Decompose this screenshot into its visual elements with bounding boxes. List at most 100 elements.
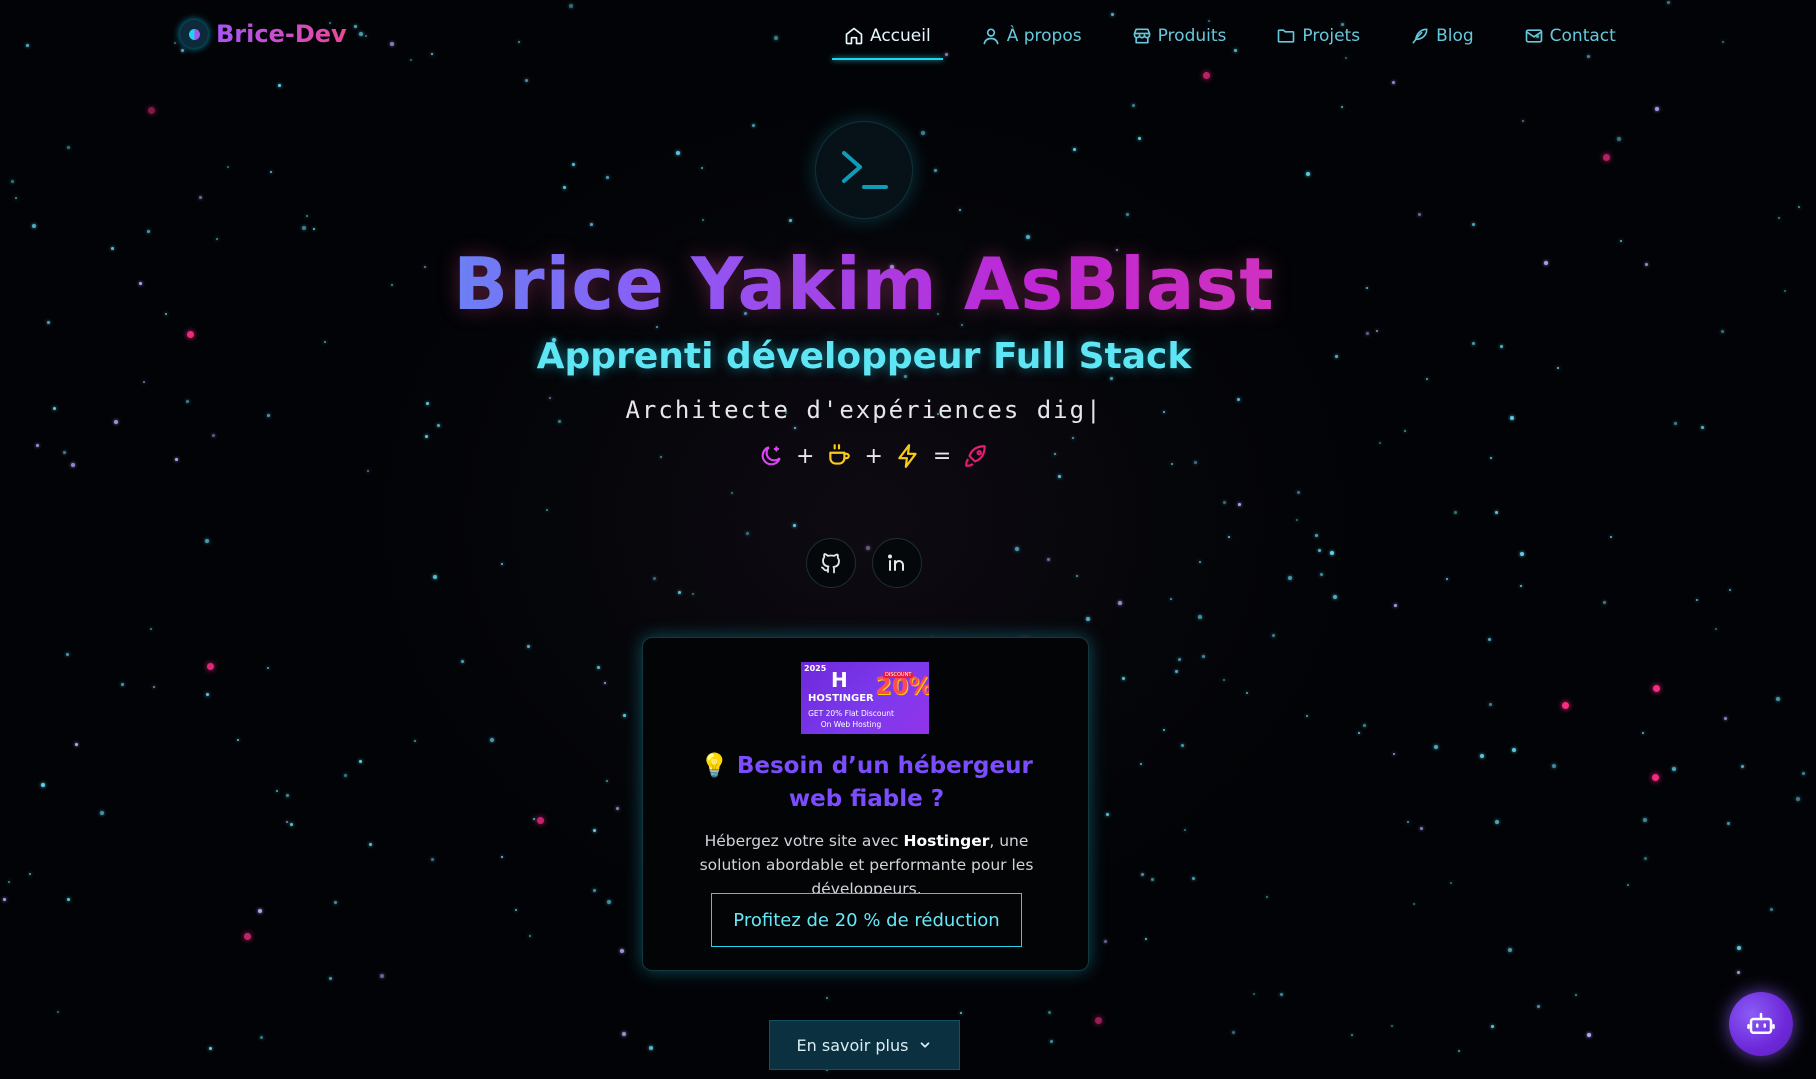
nav-item-accueil[interactable]: Accueil [832, 20, 943, 60]
hero-tagline: Architecte d'expériences dig| [625, 396, 1103, 424]
promo-discount-button[interactable]: Profitez de 20 % de réduction [711, 893, 1022, 947]
star [302, 226, 306, 230]
star [1784, 290, 1786, 292]
star [1145, 938, 1147, 940]
star [1696, 599, 1698, 601]
plus-sign: + [864, 443, 883, 469]
star [175, 458, 178, 461]
star [1320, 573, 1323, 576]
star [604, 682, 606, 684]
star [1392, 81, 1395, 84]
star [490, 738, 494, 742]
nav-item-produits[interactable]: Produits [1120, 20, 1239, 52]
banner-discount-label: DISCOUNT [883, 672, 914, 678]
star [150, 628, 152, 630]
star [1727, 822, 1730, 825]
star [620, 949, 624, 953]
github-link[interactable] [806, 538, 856, 588]
star [1652, 774, 1659, 781]
store-icon [1133, 28, 1150, 44]
star [1341, 106, 1343, 108]
star [1141, 873, 1144, 876]
star [1050, 1040, 1053, 1043]
star [1522, 120, 1524, 122]
star [1644, 857, 1647, 860]
star [752, 124, 755, 127]
star [1379, 442, 1381, 444]
star [227, 166, 229, 168]
banner-line2: On Web Hosting [820, 720, 882, 729]
star [1223, 679, 1225, 681]
star [1603, 154, 1610, 161]
star [1163, 729, 1165, 731]
brand-logo[interactable]: Brice-Dev [180, 20, 347, 48]
star [515, 909, 517, 911]
nav-item-blog[interactable]: Blog [1398, 20, 1486, 52]
star [1358, 732, 1360, 734]
star [1178, 658, 1181, 661]
promo-text-brand: Hostinger [903, 832, 990, 850]
star [746, 532, 749, 535]
star [1458, 1050, 1460, 1052]
star [1138, 137, 1141, 140]
promo-title: 💡 Besoin d’un hébergeur web fiable ? [700, 753, 1033, 812]
star [1450, 882, 1452, 884]
star [1587, 1033, 1591, 1037]
star [1202, 655, 1205, 658]
star [1054, 453, 1056, 455]
star [692, 593, 694, 595]
star [527, 645, 530, 648]
star [1617, 137, 1621, 141]
star [1426, 378, 1428, 380]
linkedin-link[interactable] [872, 538, 922, 588]
star [41, 783, 45, 787]
star [433, 575, 437, 579]
star [1073, 148, 1076, 151]
star [244, 933, 251, 940]
star [71, 463, 75, 467]
star [359, 760, 362, 763]
hostinger-logo-icon: H [831, 668, 848, 692]
star [1122, 677, 1125, 680]
star [1512, 748, 1516, 752]
star [212, 434, 215, 437]
hostinger-banner[interactable]: 2025 H HOSTINGER 20% DISCOUNT GET 20% Fl… [801, 662, 929, 734]
star [501, 856, 503, 858]
star [622, 1032, 626, 1036]
folder-icon [1278, 29, 1295, 43]
nav-label-blog: Blog [1436, 26, 1474, 46]
star [437, 424, 440, 427]
star [789, 219, 792, 222]
star [1391, 1025, 1393, 1027]
star [147, 230, 150, 233]
star [11, 180, 14, 183]
star [1413, 903, 1415, 905]
star [270, 171, 272, 173]
star [1643, 818, 1647, 822]
star [1151, 878, 1154, 881]
learn-more-button[interactable]: En savoir plus [769, 1020, 960, 1070]
nav-item-a-propos[interactable]: À propos [969, 20, 1094, 52]
nav-item-contact[interactable]: Contact [1512, 20, 1628, 52]
star [1404, 430, 1406, 432]
star [793, 524, 796, 527]
home-icon [845, 27, 863, 45]
star [63, 451, 66, 454]
star [525, 79, 528, 82]
nav-item-projets[interactable]: Projets [1264, 20, 1372, 52]
star [1508, 948, 1512, 952]
chatbot-button[interactable] [1729, 992, 1793, 1056]
star [1306, 715, 1308, 717]
star [344, 774, 347, 777]
star [66, 653, 69, 656]
robot-icon [1747, 1012, 1775, 1034]
star [1175, 670, 1178, 673]
star [1095, 1017, 1102, 1024]
star [29, 873, 31, 875]
learn-more-label: En savoir plus [796, 1035, 909, 1055]
star [380, 974, 384, 978]
star [1288, 576, 1292, 580]
star [826, 997, 828, 999]
star [1058, 475, 1061, 478]
lightning-icon [898, 444, 917, 468]
